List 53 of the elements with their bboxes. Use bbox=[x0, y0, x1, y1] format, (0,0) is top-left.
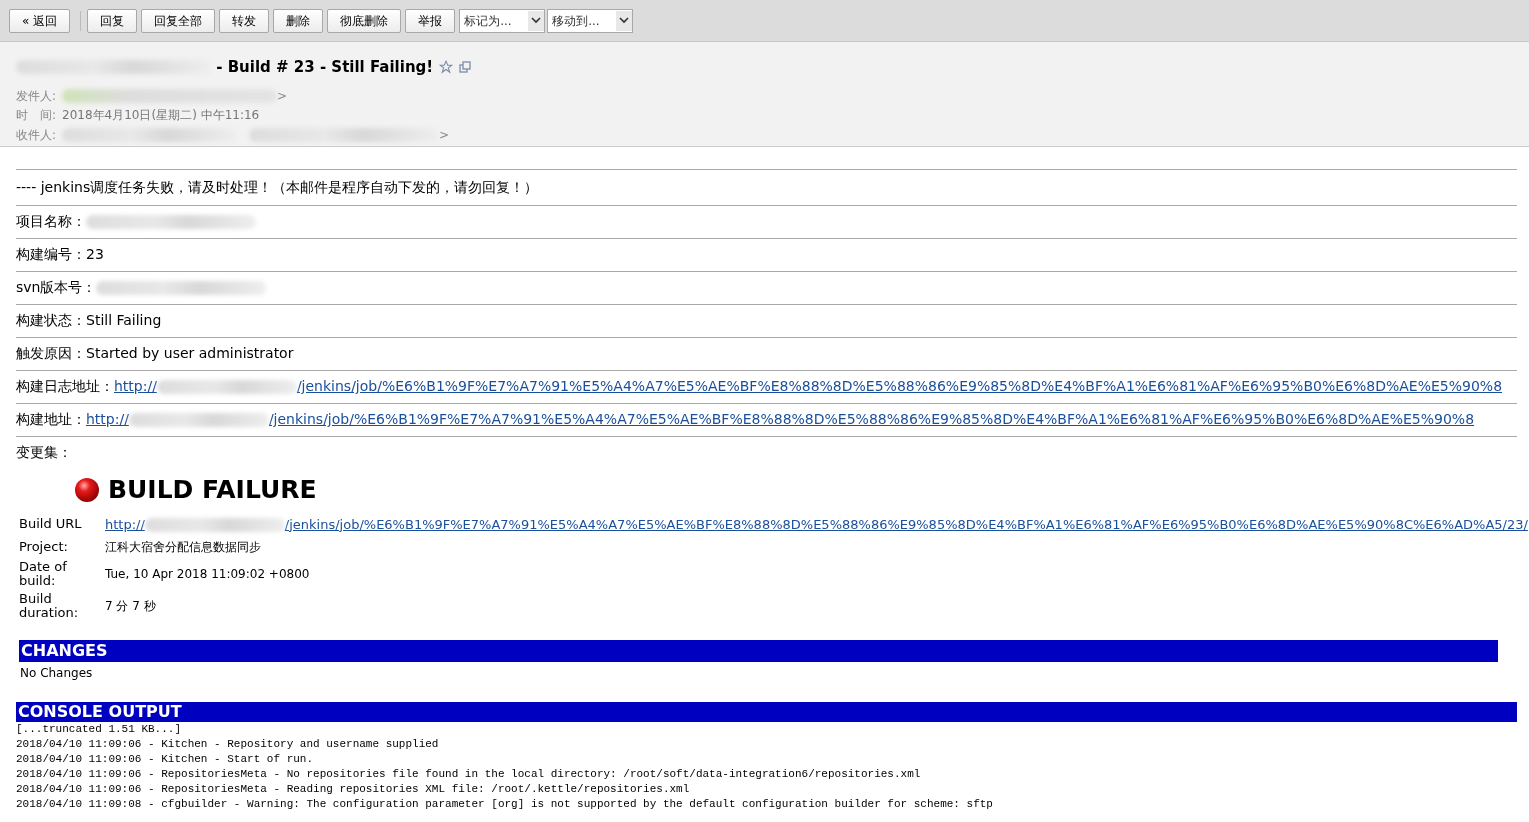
console-line: 2018/04/10 11:09:06 - Kitchen - Repository and username supplied bbox=[16, 737, 440, 752]
report-value: Tue, 10 Apr 2018 11:09:02 +0800 bbox=[105, 566, 310, 583]
field-value: Still Failing bbox=[86, 312, 162, 328]
console-line: [...truncated 1.51 KB...] bbox=[16, 722, 183, 737]
intro-text: ---- jenkins调度任务失败，请及时处理！（本邮件是程序自动下发的，请勿回复！） bbox=[16, 179, 539, 195]
meta-label: 发件人: bbox=[16, 87, 57, 105]
report-value: 江科大宿舍分配信息数据同步 bbox=[105, 539, 261, 556]
console-line: 2018/04/10 11:09:06 - RepositoriesMeta - No repositories file found in the local directory: /root/soft/data-integration6/repositories.xml bbox=[16, 767, 922, 782]
meta-value: > bbox=[439, 126, 450, 144]
toolbar-button[interactable]: 删除 bbox=[273, 8, 324, 33]
mail-subject: - Build # 23 - Still Failing! bbox=[215, 57, 434, 78]
field-label: 触发原因： bbox=[16, 345, 86, 361]
field-label: 构建编号： bbox=[16, 246, 86, 262]
toolbar-button[interactable]: 回复全部 bbox=[141, 8, 216, 33]
meta-label: 时 间: bbox=[16, 107, 57, 124]
field-value: 23 bbox=[86, 246, 104, 262]
field-value: Started by user administrator bbox=[86, 345, 294, 361]
console-line: 2018/04/10 11:09:08 - cfgbuilder - Warning: The configuration parameter [org] is not supported by the default configuration builder for scheme: sftp bbox=[16, 797, 994, 812]
status-ball-icon bbox=[74, 476, 100, 503]
section-bar: CHANGES bbox=[19, 640, 1498, 662]
field-label: svn版本号： bbox=[16, 279, 97, 295]
url-link[interactable]: http:// /jenkins/job/%E6%B1%9F%E7%A7%91%E5%A4%A7%E5%AE%BF%E8%88%8D%E5%88%86%E9%85%8D%E4%BF%A1%E6%81%AF%E6%95%B0%E6%8D%AE%E5%90%8C%E6%AD%A5/23/ bbox=[105, 514, 1528, 534]
url-link[interactable]: http:// /jenkins/job/%E6%B1%9F%E7%A7%91%E5%A4%A7%E5%AE%BF%E8%88%8D%E5%88%86%E9%85%8D%E4%BF%A1%E6%81%AF%E6%95%B0%E6%8D%AE%E5%90%8 bbox=[86, 411, 1475, 427]
field-label: 构建日志地址： bbox=[16, 378, 114, 394]
report-value: 7 分 7 秒 bbox=[105, 598, 156, 615]
report-label: Build duration: bbox=[19, 592, 80, 620]
dropdown[interactable]: 标记为... bbox=[459, 8, 546, 33]
meta-label: 收件人: bbox=[16, 126, 57, 144]
report-label: Date of build: bbox=[19, 560, 68, 588]
field-label: 变更集： bbox=[16, 444, 72, 460]
toolbar-button[interactable]: 举报 bbox=[405, 8, 456, 33]
meta-value: 2018年4月10日(星期二) 中午11:16 bbox=[62, 107, 260, 124]
toolbar-button[interactable]: 转发 bbox=[219, 8, 270, 33]
report-label: Build URL bbox=[19, 517, 83, 532]
build-failure-heading: BUILD FAILURE bbox=[108, 474, 317, 506]
dropdown[interactable]: 移动到... bbox=[547, 8, 634, 33]
field-label: 构建地址： bbox=[16, 411, 86, 427]
toolbar-button[interactable]: 回复 bbox=[87, 8, 138, 33]
field-label: 构建状态： bbox=[16, 312, 86, 328]
report-label: Project: bbox=[19, 540, 69, 554]
changes-text: No Changes bbox=[20, 665, 94, 682]
meta-value: > bbox=[277, 87, 288, 105]
section-bar: CONSOLE OUTPUT bbox=[16, 702, 1517, 722]
toolbar-button[interactable]: 彻底删除 bbox=[327, 8, 402, 33]
chevron-icon bbox=[616, 10, 633, 31]
field-label: 项目名称： bbox=[16, 213, 86, 229]
chevron-icon bbox=[528, 10, 545, 31]
star-icon[interactable] bbox=[439, 60, 454, 75]
url-link[interactable]: http:// /jenkins/job/%E6%B1%9F%E7%A7%91%E5%A4%A7%E5%AE%BF%E8%88%8D%E5%88%86%E9%85%8D%E4%BF%A1%E6%81%AF%E6%95%B0%E6%8D%AE%E5%90%8 bbox=[114, 378, 1503, 394]
console-line: 2018/04/10 11:09:06 - Kitchen - Start of run. bbox=[16, 752, 315, 767]
toolbar-button[interactable]: « 返回 bbox=[9, 8, 71, 33]
popout-icon[interactable] bbox=[459, 61, 472, 74]
console-line: 2018/04/10 11:09:06 - RepositoriesMeta - Reading repositories XML file: /root/.kettle/repositories.xml bbox=[16, 782, 691, 797]
